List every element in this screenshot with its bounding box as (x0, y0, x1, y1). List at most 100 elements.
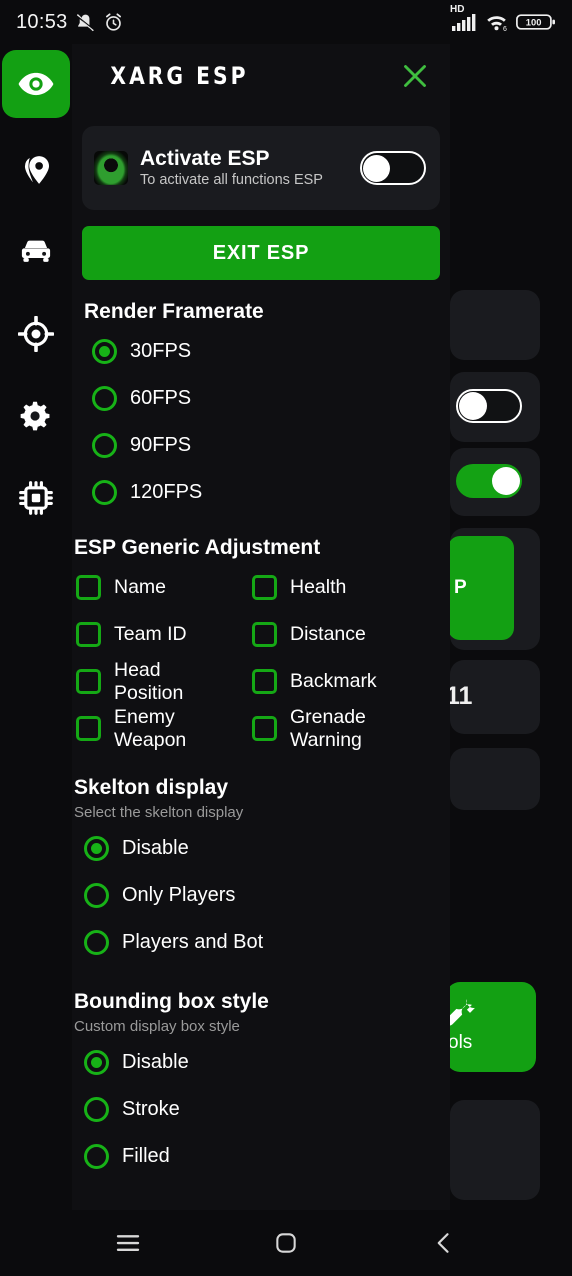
radio-icon (84, 1097, 109, 1122)
skelton-display-section: Skelton display Select the skelton displ… (72, 776, 450, 966)
skelton-option-label: Disable (122, 837, 189, 859)
chip-cpu-icon (19, 481, 53, 515)
radio-dot (91, 843, 102, 854)
radio-icon (92, 339, 117, 364)
checkbox-label: Backmark (290, 670, 377, 692)
radio-icon (84, 930, 109, 955)
checkbox-label: Grenade Warning (290, 705, 366, 751)
android-nav-bar (0, 1210, 572, 1276)
toggle-knob (363, 154, 390, 182)
checkbox-icon (76, 669, 101, 694)
activate-esp-subtitle: To activate all functions ESP (140, 172, 323, 188)
bounding-box-subtitle: Custom display box style (74, 1018, 240, 1035)
skelton-display-title: Skelton display (74, 776, 229, 799)
checkbox-name[interactable]: Name (76, 564, 252, 611)
bounding-box-option-stroke[interactable]: Stroke (72, 1086, 450, 1133)
eye-icon (18, 72, 54, 96)
radio-icon (84, 836, 109, 861)
rail-item-eye[interactable] (2, 50, 70, 118)
framerate-option-30fps[interactable]: 30FPS (72, 328, 450, 375)
signal-bars-icon: HD (450, 4, 477, 32)
bg-card-6 (450, 748, 540, 810)
radio-icon (84, 883, 109, 908)
bounding-box-option-label: Stroke (122, 1098, 180, 1120)
activate-esp-toggle[interactable] (360, 151, 426, 185)
checkbox-label: Name (114, 576, 167, 598)
bg-tile-label: ols (448, 1032, 473, 1053)
checkbox-icon (252, 575, 277, 600)
checkbox-label: Distance (290, 623, 366, 645)
close-x-icon (404, 65, 426, 87)
checkbox-label: Team ID (114, 623, 187, 645)
radio-icon (84, 1144, 109, 1169)
render-framerate-section: Render Framerate 30FPS 60FPS 90FPS 120FP… (72, 300, 450, 516)
checkbox-icon (76, 622, 101, 647)
activate-esp-card[interactable]: Activate ESP To activate all functions E… (82, 126, 440, 210)
bg-toggle-off[interactable] (456, 389, 522, 423)
skelton-option-only-players[interactable]: Only Players (72, 872, 450, 919)
checkbox-label: Enemy Weapon (114, 705, 187, 751)
svg-text:6: 6 (503, 26, 507, 32)
esp-generic-grid: Name Health Team ID Distance Head Positi… (72, 564, 450, 752)
radio-icon (92, 433, 117, 458)
framerate-option-label: 120FPS (130, 481, 203, 503)
checkbox-distance[interactable]: Distance (252, 611, 450, 658)
skelton-option-label: Only Players (122, 884, 236, 906)
checkbox-team-id[interactable]: Team ID (76, 611, 252, 658)
bounding-box-option-filled[interactable]: Filled (72, 1133, 450, 1180)
network-type-label: HD (450, 4, 465, 15)
nav-back-button[interactable] (421, 1220, 467, 1266)
checkbox-label: Health (290, 576, 347, 598)
checkbox-head-position[interactable]: Head Position (76, 658, 252, 705)
rail-item-chip[interactable] (6, 468, 66, 528)
framerate-option-90fps[interactable]: 90FPS (72, 422, 450, 469)
exit-esp-button[interactable]: EXIT ESP (82, 226, 440, 280)
alarm-icon (103, 12, 124, 33)
recents-menu-icon (116, 1235, 140, 1251)
framerate-option-label: 60FPS (130, 387, 192, 409)
framerate-option-60fps[interactable]: 60FPS (72, 375, 450, 422)
framerate-option-label: 30FPS (130, 340, 192, 362)
skelton-option-label: Players and Bot (122, 931, 264, 953)
back-chevron-icon (437, 1233, 449, 1253)
checkbox-icon (252, 622, 277, 647)
battery-icon: 100 (516, 12, 556, 32)
rail-item-vehicle[interactable] (6, 222, 66, 282)
radio-icon (92, 386, 117, 411)
skelton-display-subtitle: Select the skelton display (74, 804, 244, 821)
home-square-icon (276, 1233, 296, 1253)
rail-item-location[interactable] (6, 140, 66, 200)
framerate-option-120fps[interactable]: 120FPS (72, 469, 450, 516)
skelton-option-disable[interactable]: Disable (72, 825, 450, 872)
bg-toggle-on[interactable] (456, 464, 522, 498)
checkbox-backmark[interactable]: Backmark (252, 658, 450, 705)
rail-item-settings[interactable] (6, 386, 66, 446)
panel-title: XARG ESP (110, 62, 249, 90)
render-framerate-title: Render Framerate (84, 300, 264, 323)
wrench-tools-icon (446, 999, 475, 1026)
checkbox-grenade-warning[interactable]: Grenade Warning (252, 705, 450, 752)
radio-dot (91, 1057, 102, 1068)
nav-recents-button[interactable] (105, 1220, 151, 1266)
wifi-6-icon: 6 (484, 12, 509, 32)
bounding-box-title: Bounding box style (74, 990, 269, 1013)
rail-item-aim[interactable] (6, 304, 66, 364)
close-button[interactable] (398, 59, 432, 93)
bg-tools-tile[interactable]: ols (446, 982, 536, 1072)
checkbox-health[interactable]: Health (252, 564, 450, 611)
skelton-option-players-and-bot[interactable]: Players and Bot (72, 919, 450, 966)
bg-card-7 (450, 1100, 540, 1200)
checkbox-icon (252, 716, 277, 741)
car-icon (21, 240, 51, 262)
bg-green-button[interactable]: P (448, 536, 514, 640)
status-bar-left: 10:53 (16, 11, 124, 34)
activate-esp-title: Activate ESP (140, 147, 270, 170)
checkbox-enemy-weapon[interactable]: Enemy Weapon (76, 705, 252, 752)
bounding-box-option-disable[interactable]: Disable (72, 1039, 450, 1086)
panel-body: Activate ESP To activate all functions E… (72, 126, 450, 1188)
radio-icon (92, 480, 117, 505)
nav-home-button[interactable] (263, 1220, 309, 1266)
checkbox-icon (76, 716, 101, 741)
crosshair-target-icon (18, 316, 54, 352)
location-pin-icon (24, 156, 50, 184)
